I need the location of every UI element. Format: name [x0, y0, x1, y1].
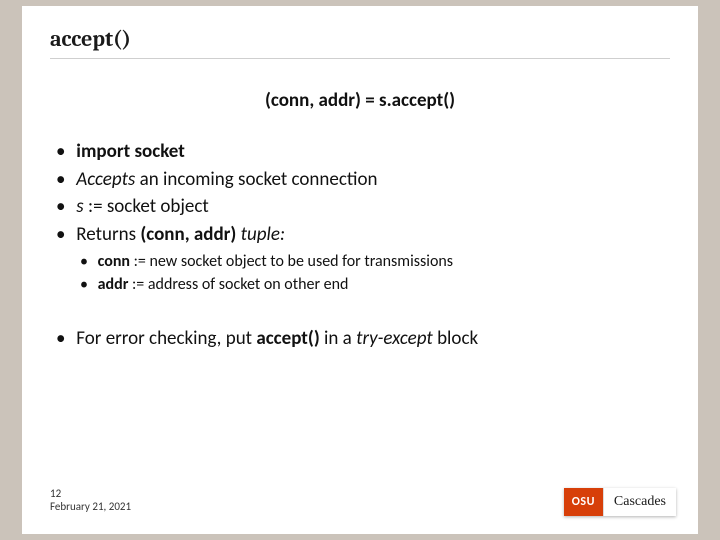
slide-body: accept() (conn, addr) = s.accept() impor…: [22, 6, 698, 534]
bullet-bold: import socket: [76, 140, 185, 163]
final-bullet-list: For error checking, put accept() in a tr…: [50, 325, 670, 353]
bullet-bold: (conn, addr): [140, 223, 236, 246]
sub-bold: addr: [98, 275, 129, 294]
sub-text: := new socket object to be used for tran…: [130, 252, 453, 271]
sub-bullet-list: conn := new socket object to be used for…: [50, 250, 670, 296]
list-item: s := socket object: [58, 193, 670, 221]
list-item: Accepts an incoming socket connection: [58, 166, 670, 194]
list-item: For error checking, put accept() in a tr…: [58, 325, 670, 353]
bullet-text: an incoming socket connection: [135, 168, 377, 191]
slide-number: 12: [50, 487, 131, 501]
slide-frame: accept() (conn, addr) = s.accept() impor…: [0, 0, 720, 540]
sub-text: := address of socket on other end: [128, 275, 348, 294]
bullet-italic: try-except: [356, 327, 433, 350]
logo-text: Cascades: [603, 488, 676, 516]
list-item: import socket: [58, 138, 670, 166]
title-divider: [50, 58, 670, 59]
list-item: Returns (conn, addr) tuple:: [58, 221, 670, 249]
bullet-italic: tuple:: [236, 223, 285, 246]
slide-footer: 12 February 21, 2021: [50, 487, 131, 515]
bullet-text: For error checking, put: [76, 327, 256, 350]
logo-badge: OSU: [564, 488, 603, 516]
osu-cascades-logo: OSU Cascades: [564, 488, 676, 516]
bullet-italic: Accepts: [76, 168, 135, 191]
slide-title: accept(): [50, 26, 670, 52]
bullet-bold: accept(): [256, 327, 319, 350]
list-item: conn := new socket object to be used for…: [80, 250, 670, 273]
bullet-italic: s: [76, 195, 83, 218]
bullet-text: in a: [320, 327, 356, 350]
bullet-text: block: [433, 327, 478, 350]
main-bullet-list: import socket Accepts an incoming socket…: [50, 138, 670, 248]
list-item: addr := address of socket on other end: [80, 273, 670, 296]
spacer: [50, 297, 670, 325]
bullet-text: := socket object: [84, 195, 209, 218]
sub-bold: conn: [98, 252, 130, 271]
bullet-text: Returns: [76, 223, 140, 246]
slide-date: February 21, 2021: [50, 500, 131, 514]
function-signature: (conn, addr) = s.accept(): [50, 89, 670, 112]
